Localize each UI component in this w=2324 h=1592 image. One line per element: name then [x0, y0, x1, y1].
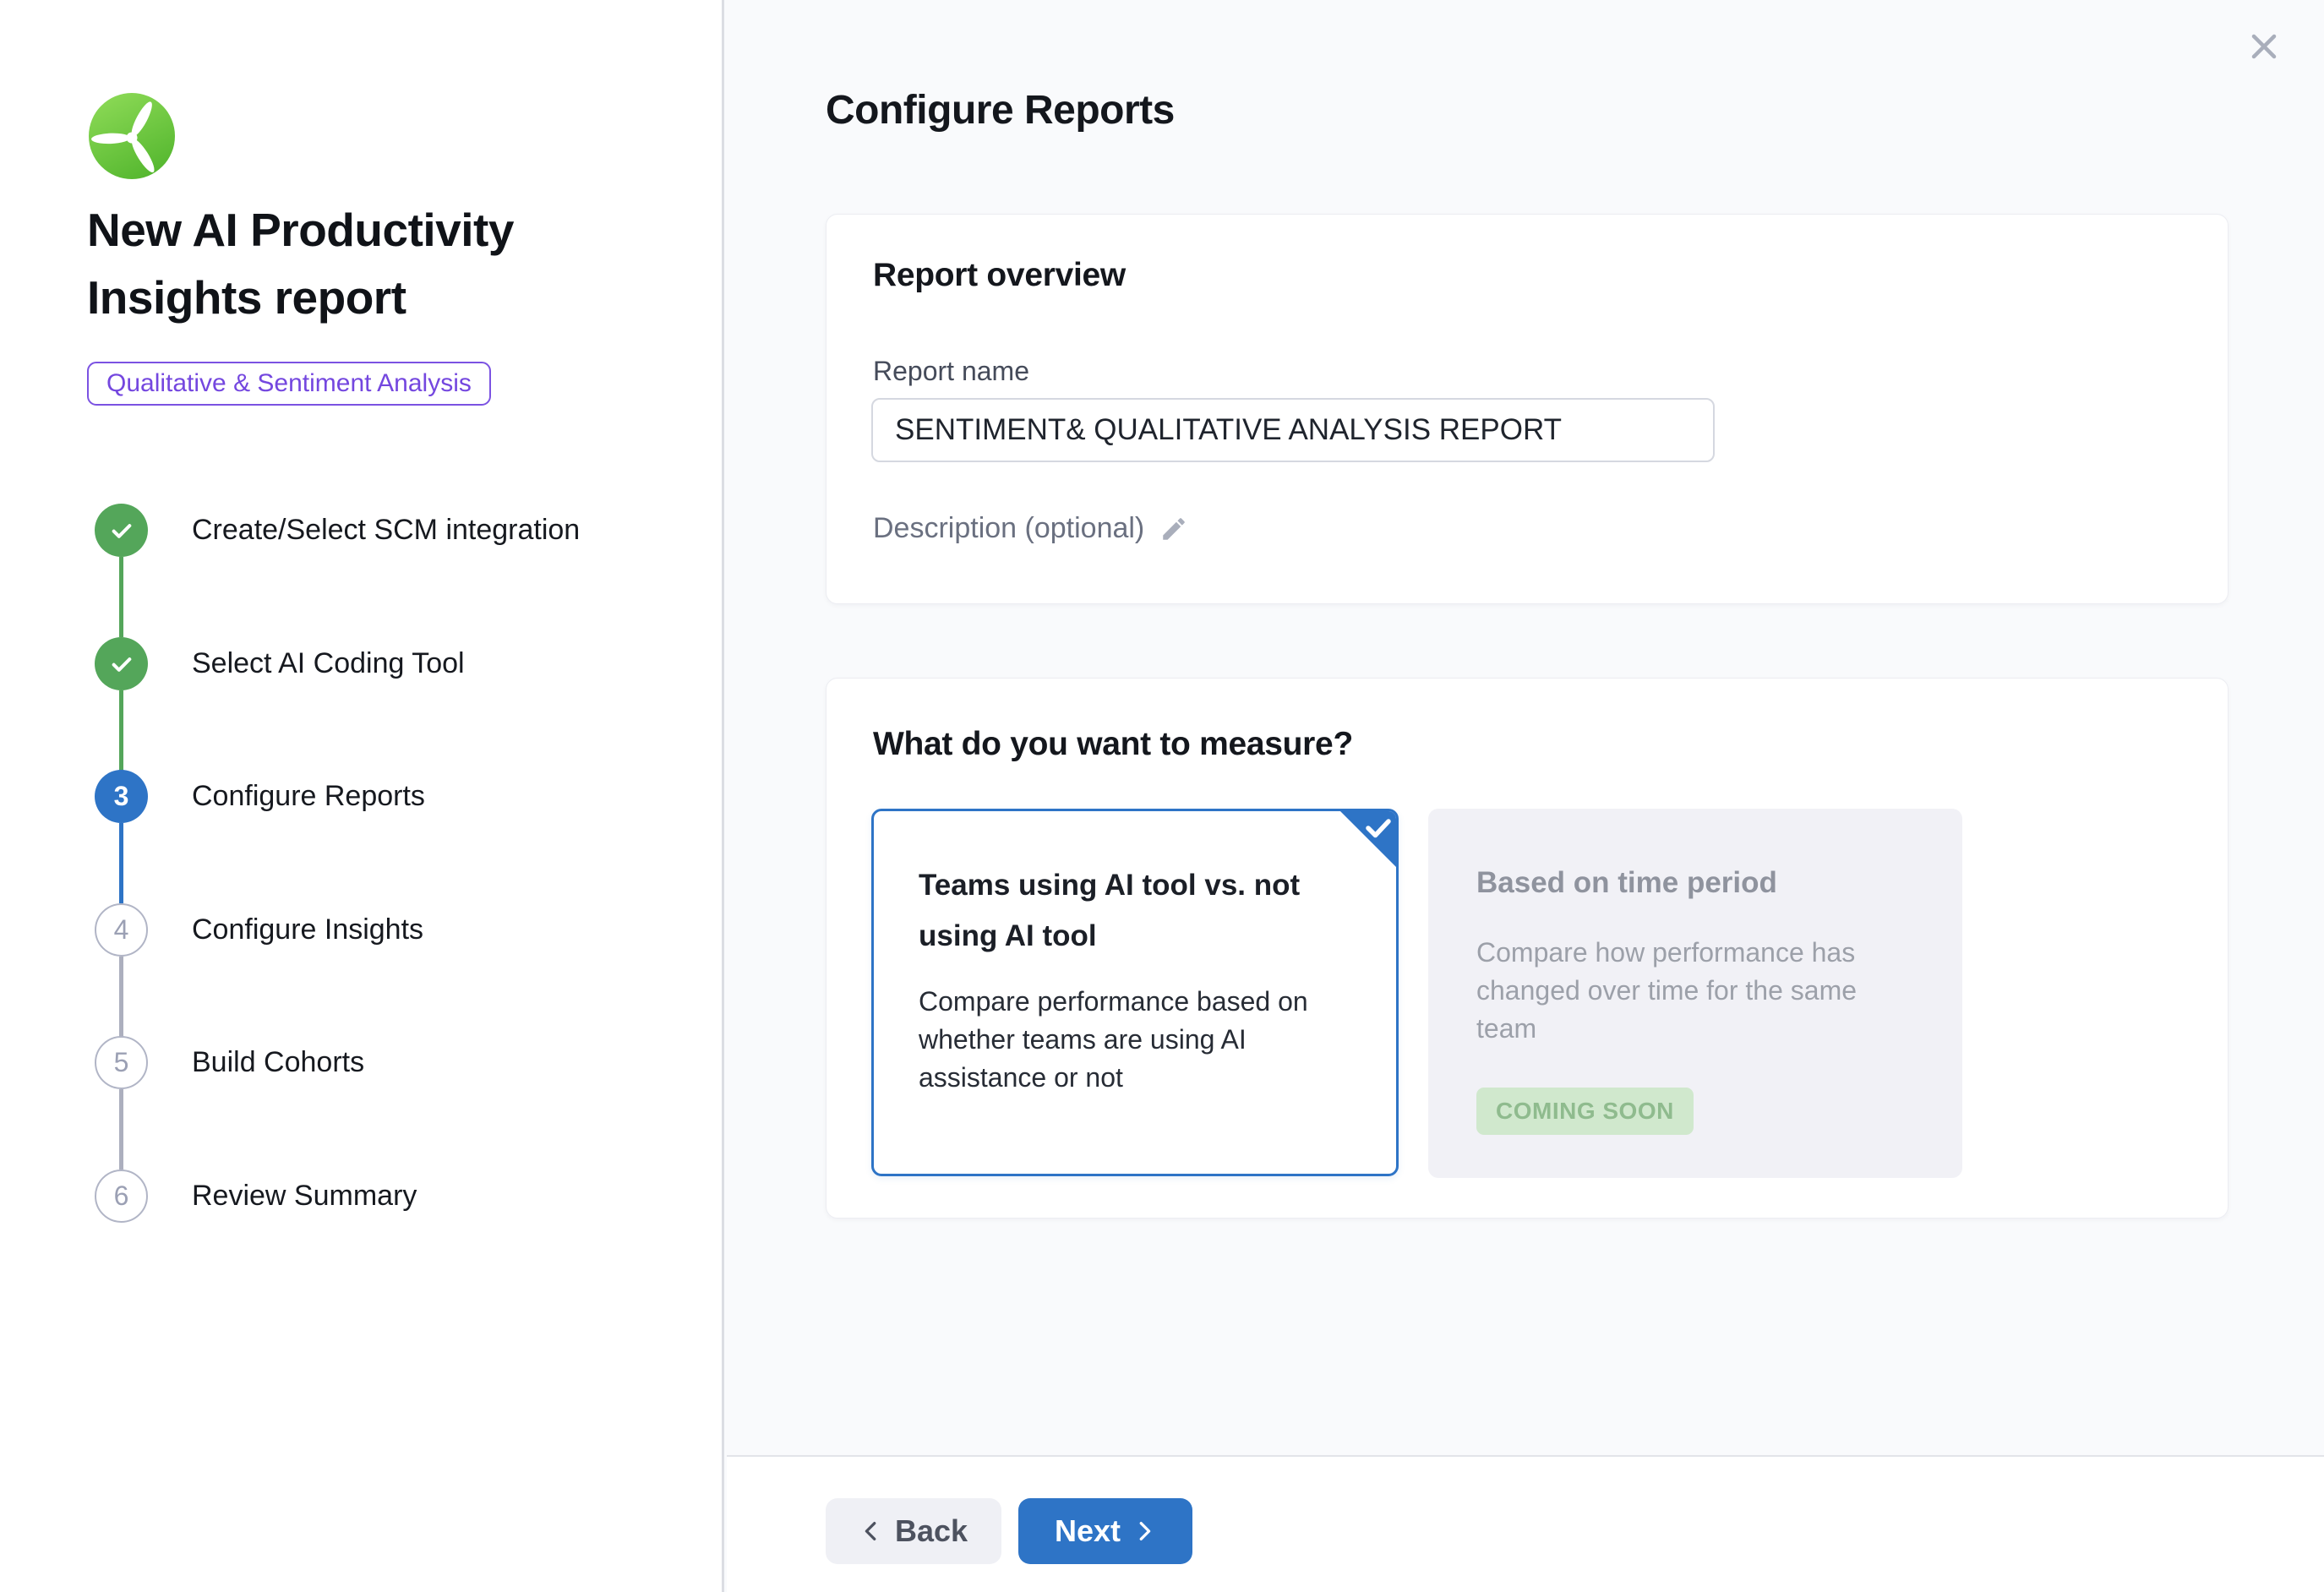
app-logo-icon	[89, 93, 175, 179]
chevron-left-icon	[859, 1519, 883, 1543]
measure-card: What do you want to measure? Teams using…	[826, 678, 2229, 1219]
step-connector	[119, 690, 123, 771]
step-number: 4	[114, 914, 129, 946]
wizard-sidebar: New AI Productivity Insights report Qual…	[0, 0, 724, 1592]
description-edit-row[interactable]: Description (optional)	[873, 512, 1188, 545]
wizard-footer: Back Next	[727, 1455, 2324, 1592]
next-button[interactable]: Next	[1018, 1498, 1192, 1564]
step-connector	[119, 557, 123, 637]
sidebar-step-build-cohorts: Build Cohorts	[192, 1036, 364, 1089]
step-connector	[119, 823, 123, 903]
step-number: 3	[114, 781, 129, 812]
selected-corner-check-icon	[1339, 810, 1397, 868]
configure-reports-panel: Configure Reports Report overview Report…	[727, 0, 2324, 1592]
option-title: Teams using AI tool vs. not using AI too…	[919, 860, 1341, 962]
sidebar-step-configure-reports[interactable]: Configure Reports	[192, 770, 425, 823]
close-icon	[2244, 26, 2284, 67]
close-button[interactable]	[2241, 24, 2287, 69]
step-2-indicator[interactable]	[95, 637, 148, 690]
step-number: 5	[114, 1047, 129, 1078]
measure-options: Teams using AI tool vs. not using AI too…	[871, 809, 1962, 1178]
option-description: Compare how performance has changed over…	[1476, 934, 1882, 1048]
sidebar-step-ai-coding-tool[interactable]: Select AI Coding Tool	[192, 637, 465, 690]
step-connector	[119, 957, 123, 1037]
option-teams-vs-no-ai[interactable]: Teams using AI tool vs. not using AI too…	[871, 809, 1399, 1176]
step-5-indicator: 5	[95, 1036, 148, 1089]
check-icon	[108, 517, 135, 544]
report-name-input[interactable]	[871, 398, 1715, 462]
back-button[interactable]: Back	[826, 1498, 1001, 1564]
sidebar-step-review-summary: Review Summary	[192, 1169, 417, 1223]
sidebar-step-configure-insights: Configure Insights	[192, 903, 423, 957]
wizard-title: New AI Productivity Insights report	[87, 196, 611, 331]
step-number: 6	[114, 1180, 129, 1212]
next-button-label: Next	[1055, 1513, 1121, 1549]
coming-soon-badge: COMING SOON	[1476, 1088, 1694, 1135]
step-6-indicator: 6	[95, 1169, 148, 1223]
measure-heading: What do you want to measure?	[873, 726, 1353, 763]
report-overview-heading: Report overview	[873, 257, 1126, 294]
option-description: Compare performance based on whether tea…	[919, 983, 1324, 1097]
description-label: Description (optional)	[873, 512, 1144, 545]
step-3-indicator[interactable]: 3	[95, 770, 148, 823]
back-button-label: Back	[895, 1513, 968, 1549]
sidebar-step-scm-integration[interactable]: Create/Select SCM integration	[192, 504, 580, 557]
report-name-label: Report name	[873, 356, 1029, 387]
option-title: Based on time period	[1476, 858, 1916, 908]
chevron-right-icon	[1132, 1519, 1156, 1543]
report-overview-card: Report overview Report name Description …	[826, 214, 2229, 604]
step-4-indicator: 4	[95, 903, 148, 957]
page-title: Configure Reports	[826, 87, 1175, 134]
check-icon	[108, 651, 135, 678]
step-1-indicator[interactable]	[95, 504, 148, 557]
option-time-period: Based on time period Compare how perform…	[1428, 809, 1962, 1178]
pencil-icon	[1159, 515, 1188, 543]
step-connector	[119, 1089, 123, 1169]
report-type-badge: Qualitative & Sentiment Analysis	[87, 362, 491, 406]
